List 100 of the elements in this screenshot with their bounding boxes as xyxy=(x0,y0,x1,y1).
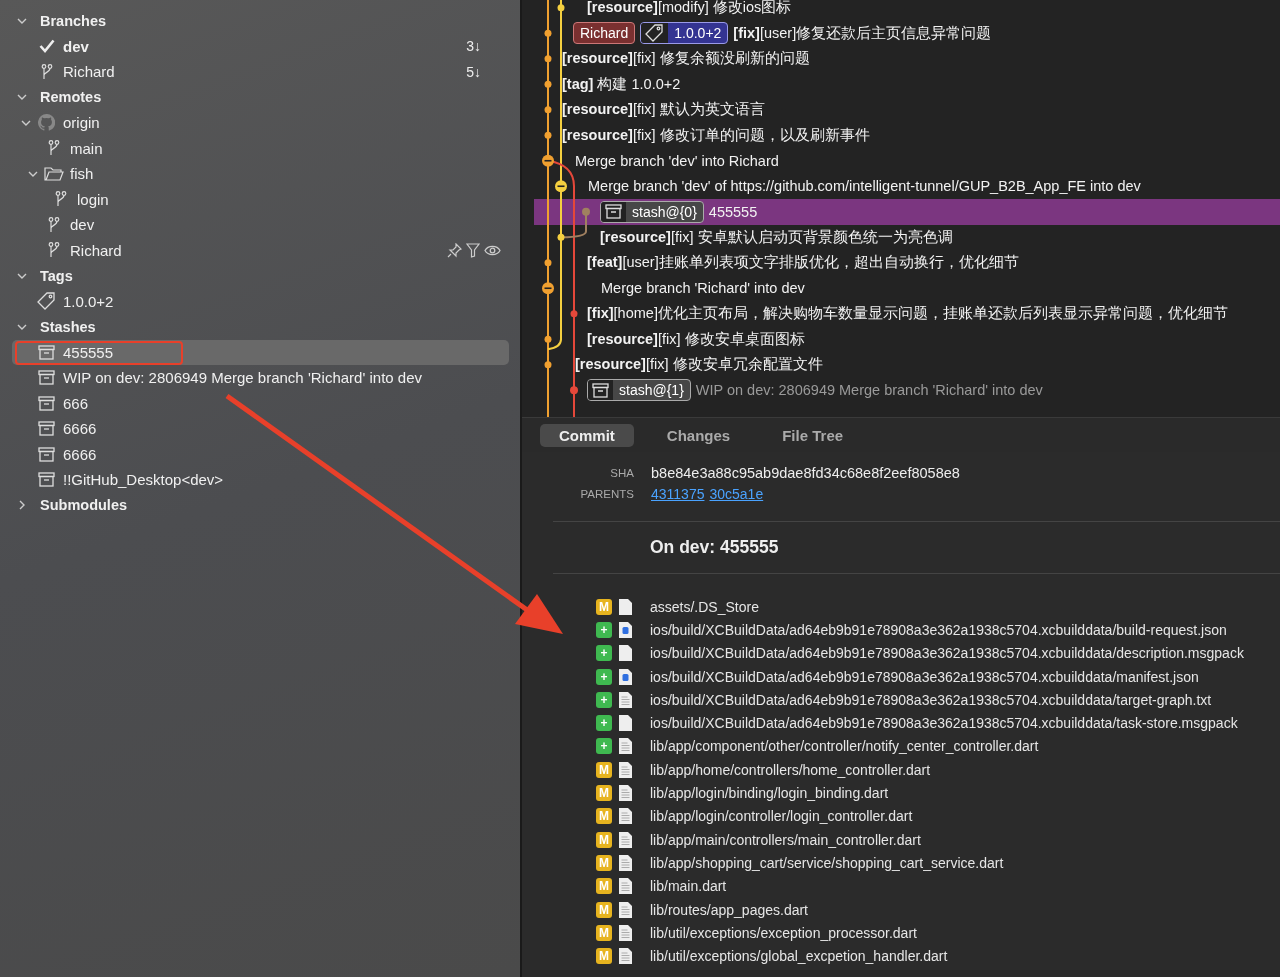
sidebar-item[interactable]: 455555 xyxy=(63,343,114,361)
parents-label: PARENTS xyxy=(579,488,634,500)
sidebar-item[interactable]: !!GitHub_Desktop<dev> xyxy=(63,471,224,489)
file-path[interactable]: lib/app/shopping_cart/service/shopping_cart_service.dart xyxy=(650,854,1004,871)
file-path[interactable]: lib/app/component/other/controller/notify_center_controller.dart xyxy=(650,738,1039,755)
commit-message[interactable]: [feat][user]挂账单列表项文字排版优化，超出自动换行，优化细节 xyxy=(587,253,1019,273)
status-badge: M xyxy=(596,948,612,965)
commit-message[interactable]: [resource][fix] 修复余额没刷新的问题 xyxy=(562,49,810,69)
status-badge: M xyxy=(596,831,612,848)
section-header[interactable]: Tags xyxy=(40,267,73,284)
section-header[interactable]: Stashes xyxy=(40,318,96,335)
file-path[interactable]: lib/app/login/binding/login_binding.dart xyxy=(650,785,889,801)
file-path[interactable]: lib/app/home/controllers/home_controller.dart xyxy=(650,761,931,778)
commit-message[interactable]: [resource][fix] 默认为英文语言 xyxy=(562,100,765,120)
archive-icon xyxy=(592,382,609,398)
text-file-icon xyxy=(619,854,632,871)
text-file-icon xyxy=(619,948,632,965)
section-header[interactable]: Submodules xyxy=(40,497,127,514)
file-path[interactable]: ios/build/XCBuildData/ad64eb9b91e78908a3e362a1938c5704.xcbuilddata/description.msgpack xyxy=(650,645,1244,662)
file-path[interactable]: ios/build/XCBuildData/ad64eb9b91e78908a3e362a1938c5704.xcbuilddata/build-request.json xyxy=(650,621,1227,638)
stash-badge[interactable]: stash@{1} xyxy=(587,379,691,402)
file-path[interactable]: lib/app/main/controllers/main_controller.dart xyxy=(650,831,921,848)
sidebar-item[interactable]: 6666 xyxy=(63,420,97,438)
branch-badge[interactable]: Richard xyxy=(573,22,636,45)
commit-message[interactable]: [tag] 构建 1.0.0+2 xyxy=(562,74,681,94)
section-header[interactable]: Branches xyxy=(40,12,107,29)
file-path[interactable]: lib/app/login/controller/login_controller.dart xyxy=(650,808,913,825)
sidebar-item[interactable]: Richard xyxy=(63,63,115,81)
sidebar-item[interactable]: WIP on dev: 2806949 Merge branch 'Richard' into dev xyxy=(63,369,422,387)
status-badge: + xyxy=(596,645,612,662)
sidebar-item[interactable]: dev xyxy=(70,216,95,234)
commit-message[interactable]: WIP on dev: 2806949 Merge branch 'Richard' into dev xyxy=(695,382,1043,399)
archive-icon xyxy=(38,446,55,462)
file-path[interactable]: assets/.DS_Store xyxy=(650,598,759,615)
sidebar-item[interactable]: login xyxy=(77,190,109,208)
commit-node xyxy=(544,131,552,139)
merge-node xyxy=(542,154,554,167)
tab[interactable]: File Tree xyxy=(763,423,863,447)
sha-value: b8e84e3a88c95ab9dae8fd34c68e8f2eef8058e8 xyxy=(651,465,961,481)
commit-message[interactable]: Merge branch 'Richard' into dev xyxy=(601,280,805,297)
file-path[interactable]: ios/build/XCBuildData/ad64eb9b91e78908a3e362a1938c5704.xcbuilddata/task-store.msgpack xyxy=(650,715,1238,732)
commit-message[interactable]: Merge branch 'dev' into Richard xyxy=(575,152,779,169)
status-badge: M xyxy=(596,854,612,871)
sidebar-item[interactable]: 1.0.0+2 xyxy=(63,292,114,310)
tab[interactable]: Changes xyxy=(647,423,750,447)
commit-message[interactable]: [resource][fix] 修改安卓桌面图标 xyxy=(587,329,805,349)
sidebar-item[interactable]: fish xyxy=(70,165,94,183)
commit-node xyxy=(544,335,552,343)
file-path[interactable]: lib/main.dart xyxy=(650,878,727,895)
branch-icon xyxy=(54,191,67,208)
chevron-icon[interactable] xyxy=(17,500,27,511)
branch-icon xyxy=(47,216,60,233)
selected-stash-row[interactable]: 455555 xyxy=(12,339,509,365)
folder-icon xyxy=(43,166,64,182)
filter-icon[interactable] xyxy=(466,242,480,258)
sidebar-item[interactable]: 6666 xyxy=(63,445,97,463)
archive-icon xyxy=(38,370,55,386)
behind-count: 3↓ xyxy=(466,38,481,55)
file-icon xyxy=(619,598,632,615)
commit-message[interactable]: [resource][fix] 安卓默认启动页背景颜色统一为亮色调 xyxy=(600,227,953,247)
pin-icon[interactable] xyxy=(447,242,462,258)
commit-message[interactable]: Merge branch 'dev' of https://github.com/intelligent-tunnel/GUP_B2B_App_FE into dev xyxy=(588,178,1141,195)
commit-message[interactable]: [fix][home]优化主页布局，解决购物车数量显示问题，挂账单还款后列表显示异常问题，优化细节 xyxy=(587,304,1228,324)
file-path[interactable]: lib/util/exceptions/exception_processor.dart xyxy=(650,924,917,941)
commit-message[interactable]: [fix][user]修复还款后主页信息异常问题 xyxy=(733,23,992,43)
file-path[interactable]: lib/routes/app_pages.dart xyxy=(650,901,808,918)
tag-icon xyxy=(37,292,56,311)
sidebar-item[interactable]: 666 xyxy=(63,394,89,412)
commit-message[interactable]: [resource][fix] 修改订单的问题，以及刷新事件 xyxy=(562,125,870,145)
status-badge: M xyxy=(596,878,612,895)
commit-message[interactable]: [resource][modify] 修改ios图标 xyxy=(587,0,792,18)
stash-node xyxy=(570,386,578,395)
section-header[interactable]: Remotes xyxy=(40,89,102,106)
text-file-icon xyxy=(619,901,632,918)
text-file-icon xyxy=(619,691,632,708)
archive-icon xyxy=(605,204,622,220)
branch-icon xyxy=(47,242,60,259)
sidebar-item[interactable]: main xyxy=(70,139,103,157)
tag-badge[interactable]: 1.0.0+2 xyxy=(640,22,729,45)
commit-message[interactable]: 455555 xyxy=(708,203,758,220)
file-path[interactable]: ios/build/XCBuildData/ad64eb9b91e78908a3e362a1938c5704.xcbuilddata/manifest.json xyxy=(650,668,1199,685)
sidebar-item[interactable]: Richard xyxy=(70,241,122,259)
status-badge: M xyxy=(596,598,612,615)
parent-link[interactable]: 4311375 xyxy=(651,486,705,502)
commit-node xyxy=(544,80,552,88)
status-badge: + xyxy=(596,738,612,755)
commit-message[interactable]: [resource][fix] 修改安卓冗余配置文件 xyxy=(575,355,823,375)
file-path[interactable]: ios/build/XCBuildData/ad64eb9b91e78908a3e362a1938c5704.xcbuilddata/target-graph.txt xyxy=(650,691,1212,708)
stash-badge[interactable]: stash@{0} xyxy=(600,200,704,223)
sidebar-item[interactable]: origin xyxy=(63,114,100,132)
behind-count: 5↓ xyxy=(466,63,481,80)
sidebar-item[interactable]: dev xyxy=(63,37,89,55)
file-path[interactable]: lib/util/exceptions/global_excpetion_handler.dart xyxy=(650,948,948,965)
selected-commit-row[interactable]: stash@{0} 455555 xyxy=(534,199,1280,225)
text-file-icon xyxy=(619,738,632,755)
commit-node xyxy=(544,361,552,369)
parent-link[interactable]: 30c5a1e xyxy=(709,486,764,502)
tab[interactable]: Commit xyxy=(540,423,634,447)
status-badge: M xyxy=(596,808,612,825)
status-badge: M xyxy=(596,901,612,918)
